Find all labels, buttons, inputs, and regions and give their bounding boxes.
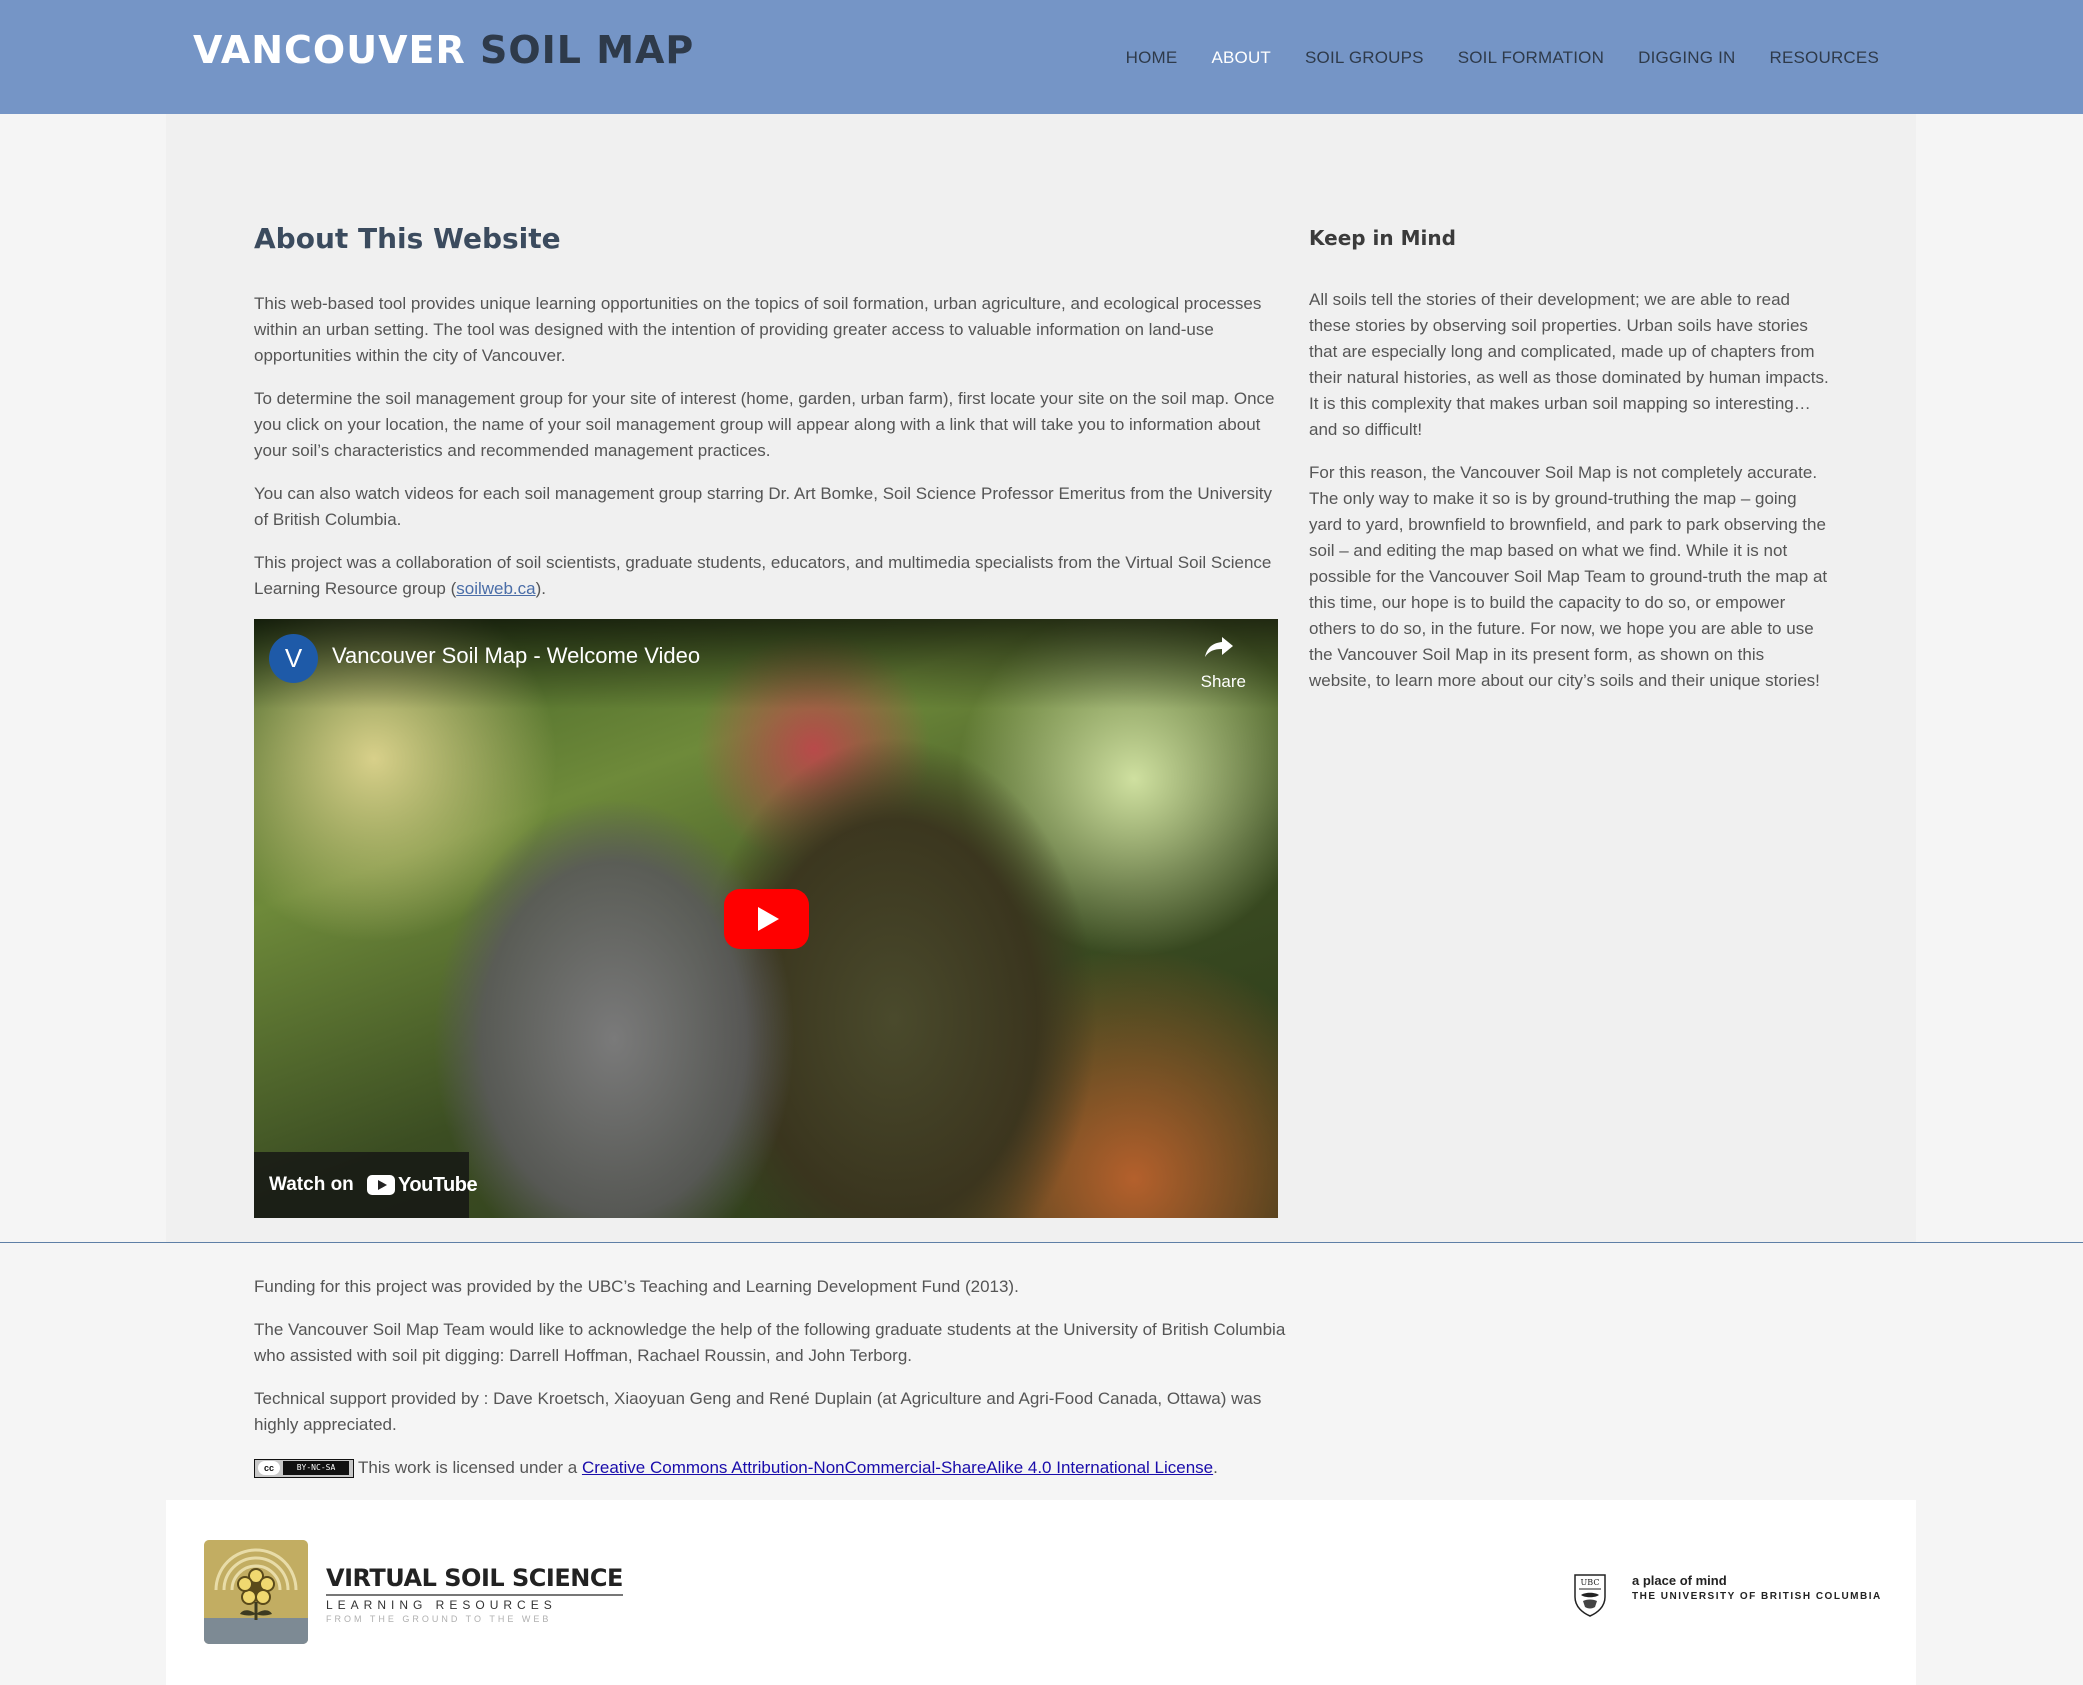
virtual-soil-science-wordmark[interactable]: VIRTUAL SOIL SCIENCE LEARNING RESOURCES … bbox=[326, 1564, 623, 1624]
play-button[interactable] bbox=[724, 889, 809, 949]
sidebar-title: Keep in Mind bbox=[1309, 226, 1456, 250]
collaboration-text: This project was a collaboration of soil… bbox=[254, 553, 1272, 598]
license-text: This work is licensed under a bbox=[358, 1458, 582, 1477]
technical-support-text: Technical support provided by : Dave Kro… bbox=[254, 1389, 1262, 1434]
share-label[interactable]: Share bbox=[1201, 672, 1246, 692]
ubc-tagline: a place of mind bbox=[1632, 1573, 1727, 1588]
ubc-crest-text: UBC bbox=[1581, 1578, 1600, 1587]
nav-soil-formation[interactable]: SOIL FORMATION bbox=[1458, 48, 1604, 68]
vss-subtitle: LEARNING RESOURCES bbox=[326, 1594, 623, 1612]
sidebar-paragraph-2: For this reason, the Vancouver Soil Map … bbox=[1309, 463, 1828, 690]
intro-paragraph: This web-based tool provides unique lear… bbox=[254, 294, 1262, 365]
nav-digging-in[interactable]: DIGGING IN bbox=[1638, 48, 1735, 68]
main-nav: HOME ABOUT SOIL GROUPS SOIL FORMATION DI… bbox=[1126, 48, 1879, 68]
vss-title: VIRTUAL SOIL SCIENCE bbox=[326, 1564, 623, 1592]
video-title[interactable]: Vancouver Soil Map - Welcome Video bbox=[332, 643, 700, 669]
site-logo[interactable]: VANCOUVER SOIL MAP bbox=[193, 28, 694, 72]
channel-avatar[interactable]: V bbox=[269, 634, 318, 683]
collaboration-text-end: ). bbox=[535, 579, 546, 598]
ubc-name: THE UNIVERSITY OF BRITISH COLUMBIA bbox=[1632, 1591, 1882, 1602]
ubc-crest-icon[interactable]: UBC bbox=[1573, 1573, 1607, 1617]
license-link[interactable]: Creative Commons Attribution-NonCommerci… bbox=[582, 1458, 1213, 1477]
site-header: VANCOUVER SOIL MAP HOME ABOUT SOIL GROUP… bbox=[0, 0, 2083, 114]
videos-paragraph: You can also watch videos for each soil … bbox=[254, 484, 1272, 529]
cc-badge-left: cc bbox=[258, 1461, 280, 1476]
watch-on-youtube-button[interactable]: Watch on YouTube bbox=[254, 1152, 478, 1218]
acknowledgement-text: The Vancouver Soil Map Team would like t… bbox=[254, 1320, 1286, 1365]
cc-license-badge[interactable]: cc BY-NC-SA bbox=[254, 1459, 354, 1479]
soilweb-link[interactable]: soilweb.ca bbox=[456, 579, 535, 598]
nav-soil-groups[interactable]: SOIL GROUPS bbox=[1305, 48, 1424, 68]
section-divider bbox=[0, 1242, 2083, 1243]
youtube-icon bbox=[367, 1175, 395, 1195]
license-text-end: . bbox=[1213, 1458, 1218, 1477]
page-title: About This Website bbox=[254, 222, 561, 255]
nav-resources[interactable]: RESOURCES bbox=[1770, 48, 1880, 68]
funding-text: Funding for this project was provided by… bbox=[254, 1277, 1019, 1296]
main-content: About This Website This web-based tool p… bbox=[254, 222, 1278, 619]
keep-in-mind-sidebar: Keep in Mind All soils tell the stories … bbox=[1309, 222, 1831, 711]
ubc-wordmark[interactable]: a place of mind THE UNIVERSITY OF BRITIS… bbox=[1632, 1573, 1882, 1602]
sidebar-paragraph-1: All soils tell the stories of their deve… bbox=[1309, 290, 1829, 439]
nav-about[interactable]: ABOUT bbox=[1211, 48, 1271, 68]
share-icon[interactable] bbox=[1204, 635, 1234, 659]
nav-home[interactable]: HOME bbox=[1126, 48, 1178, 68]
site-footer: VIRTUAL SOIL SCIENCE LEARNING RESOURCES … bbox=[166, 1500, 1916, 1685]
cc-badge-right: BY-NC-SA bbox=[283, 1461, 349, 1476]
credits-section: Funding for this project was provided by… bbox=[254, 1274, 1304, 1498]
watch-on-label: Watch on bbox=[269, 1174, 354, 1195]
virtual-soil-science-logo-icon[interactable] bbox=[204, 1540, 308, 1644]
license-line: cc BY-NC-SA This work is licensed under … bbox=[254, 1455, 1304, 1481]
collaboration-paragraph: This project was a collaboration of soil… bbox=[254, 550, 1278, 602]
youtube-wordmark: YouTube bbox=[398, 1173, 478, 1196]
youtube-logo: YouTube bbox=[367, 1173, 478, 1196]
logo-word-soil-map: SOIL MAP bbox=[479, 28, 695, 72]
instructions-paragraph: To determine the soil management group f… bbox=[254, 389, 1275, 460]
welcome-video-player[interactable]: V Vancouver Soil Map - Welcome Video Sha… bbox=[254, 619, 1278, 1218]
vss-tagline: FROM THE GROUND TO THE WEB bbox=[326, 1614, 552, 1624]
play-icon bbox=[758, 907, 779, 931]
logo-word-vancouver: VANCOUVER bbox=[193, 28, 466, 72]
